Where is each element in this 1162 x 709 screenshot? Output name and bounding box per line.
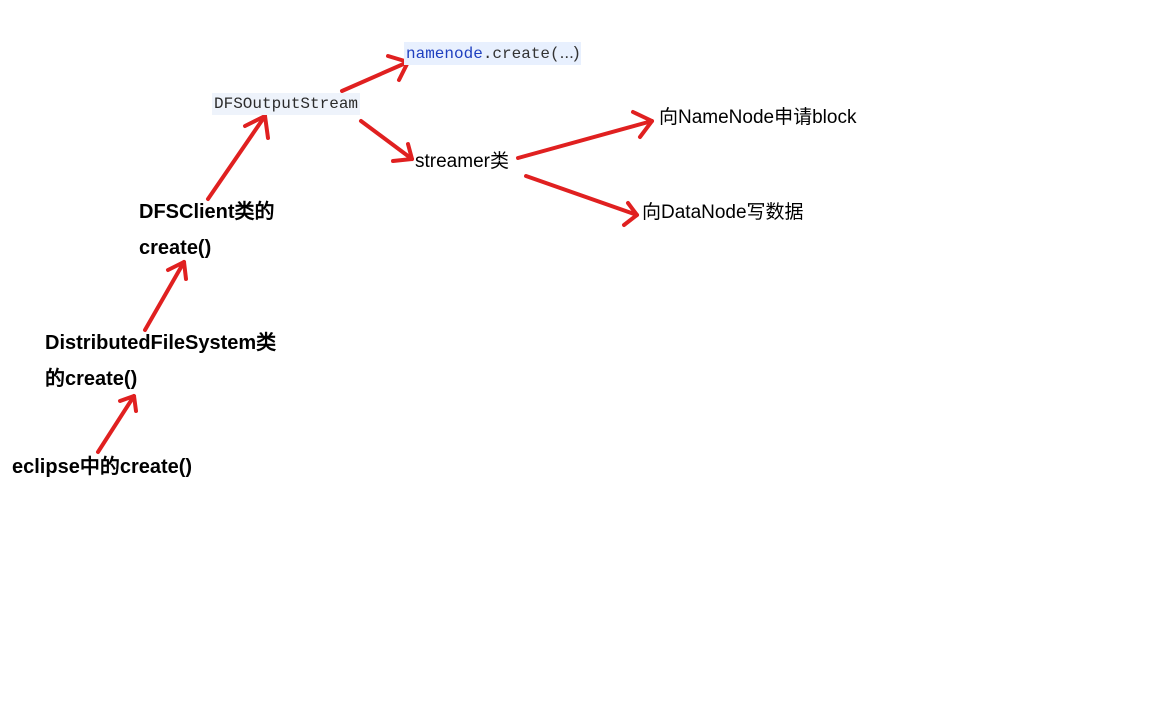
node-namenode-request-block: 向NameNode申请block	[659, 106, 856, 130]
node-dfs-output-stream: DFSOutputStream	[212, 93, 361, 115]
node-dfsclient-line1: DFSClient类的	[139, 201, 275, 223]
node-dfsclient: DFSClient类的 create()	[139, 194, 275, 266]
node-streamer: streamer类	[415, 150, 509, 174]
diagram-canvas: eclipse中的create() DistributedFileSystem类…	[0, 0, 1162, 709]
namenode-call-label: .create(	[482, 45, 560, 63]
node-namenode-request-label: 向NameNode申请block	[659, 107, 857, 128]
node-eclipse-create-label: eclipse中的create()	[12, 456, 193, 478]
node-dfsclient-line2: create()	[139, 237, 212, 259]
arrow-eclipse-to-dfs	[96, 394, 138, 454]
node-namenode-create: namenode.create(...)	[404, 42, 582, 65]
node-dfs-output-stream-label: DFSOutputStream	[214, 95, 359, 113]
node-datanode-write-label: 向DataNode写数据	[642, 202, 804, 223]
arrow-outputstream-to-namenode	[340, 54, 410, 93]
node-streamer-label: streamer类	[415, 151, 509, 172]
node-eclipse-create: eclipse中的create()	[12, 449, 192, 485]
node-dfs-line1: DistributedFileSystem类	[45, 332, 277, 354]
arrow-dfs-to-dfsclient	[143, 260, 188, 332]
arrow-streamer-to-namenode-request	[516, 110, 654, 160]
namenode-object-label: namenode	[406, 45, 483, 63]
arrow-dfsclient-to-outputstream	[206, 114, 270, 201]
node-datanode-write: 向DataNode写数据	[642, 201, 804, 225]
namenode-ellipsis-label: ...)	[559, 43, 580, 62]
arrow-streamer-to-datanode-write	[524, 174, 639, 227]
node-distributed-file-system: DistributedFileSystem类 的create()	[45, 325, 276, 397]
node-dfs-line2: 的create()	[45, 368, 138, 390]
arrow-outputstream-to-streamer	[359, 119, 414, 163]
